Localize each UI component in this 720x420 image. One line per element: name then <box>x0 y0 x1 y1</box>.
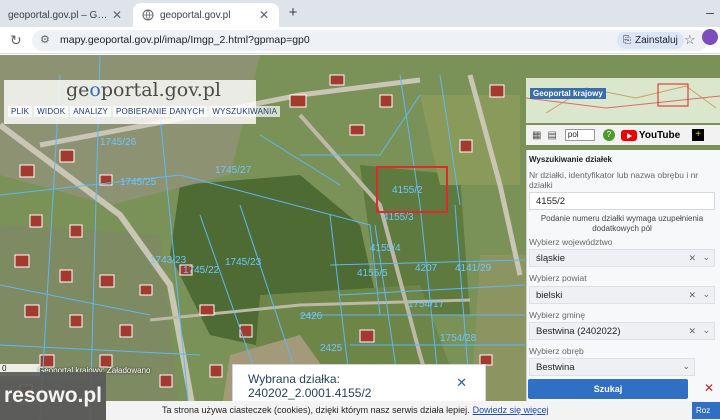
language-select[interactable]: pol <box>564 129 595 141</box>
browser-tab-geoportal-krajowy[interactable]: geoportal.gov.pl – Geoportal Krajowy ✕ <box>0 3 132 27</box>
browser-tab-geoportal[interactable]: geoportal.gov.pl ✕ <box>133 3 279 27</box>
voivodeship-select[interactable]: śląskie ✕ ⌄ <box>529 249 715 267</box>
map-label-4155-5: 4155/5 <box>357 268 388 279</box>
clear-icon[interactable]: ✕ <box>688 326 696 337</box>
chevron-down-icon[interactable]: ⌄ <box>702 252 710 263</box>
map-label-4155-4: 4155/4 <box>370 243 401 254</box>
clear-icon[interactable]: ✕ <box>688 253 696 264</box>
install-label: Zainstaluj <box>635 35 678 46</box>
main-menu: PLIK WIDOK ANALIZY POBIERANIE DANYCH WYS… <box>8 106 281 117</box>
install-button[interactable]: ⎘ Zainstaluj <box>617 32 684 49</box>
map-label-2426: 2426 <box>300 311 323 322</box>
chevron-down-icon[interactable]: ⌄ <box>702 289 710 300</box>
cookie-banner: Ta strona używa ciasteczek (cookies), dz… <box>106 401 720 420</box>
menu-plik[interactable]: PLIK <box>8 106 33 117</box>
bookmark-star-icon[interactable]: ☆ <box>684 32 696 48</box>
map-label-1754-17: 1754/17 <box>408 299 445 310</box>
minimize-icon[interactable]: – <box>700 4 720 22</box>
menu-widok[interactable]: WIDOK <box>34 106 69 117</box>
cookie-more-link[interactable]: Dowiedz się więcej <box>473 405 549 415</box>
globe-icon <box>141 8 155 22</box>
parcel-id-label: Nr działki, identyfikator lub nazwa obrę… <box>529 170 699 190</box>
grid-icon[interactable]: ▦ <box>532 130 541 141</box>
browser-tab-bar: geoportal.gov.pl – Geoportal Krajowy ✕ g… <box>0 0 720 27</box>
omnibox[interactable]: ⚙ mapy.geoportal.gov.pl/imap/Imgp_2.html… <box>32 30 708 51</box>
help-icon[interactable]: ? <box>602 129 615 141</box>
parcel-hint: Podanie numeru działki wymaga uzupełnien… <box>540 214 704 233</box>
chevron-down-icon[interactable]: ⌄ <box>702 325 710 336</box>
site-settings-icon[interactable]: ⚙ <box>40 33 50 46</box>
map-label-4207: 4207 <box>415 263 438 274</box>
chevron-down-icon[interactable]: ⌄ <box>682 361 690 372</box>
url-text[interactable]: mapy.geoportal.gov.pl/imap/Imgp_2.html?g… <box>60 34 310 46</box>
map-label-4141-29: 4141/29 <box>455 263 492 274</box>
map-label-1745-23: 1745/23 <box>225 257 262 268</box>
precinct-label: Wybierz obręb <box>529 346 584 356</box>
county-label: Wybierz powiat <box>529 273 587 283</box>
tab-title: geoportal.gov.pl – Geoportal Krajowy <box>8 9 110 21</box>
county-select[interactable]: bielski ✕ ⌄ <box>529 286 715 304</box>
accessibility-icon[interactable]: + <box>692 129 705 141</box>
minimap-title: Geoportal krajowy <box>530 88 606 99</box>
close-icon[interactable]: ✕ <box>456 375 467 391</box>
selected-parcel-heading: Wybrana działka: <box>248 372 340 386</box>
close-icon[interactable]: ✕ <box>110 8 124 22</box>
map-label-1745-25: 1745/25 <box>120 177 157 188</box>
menu-wyszukiwania[interactable]: WYSZUKIWANIA <box>209 106 281 117</box>
map-label-2425: 2425 <box>320 343 343 354</box>
overview-map-graphic <box>526 78 720 123</box>
commune-select[interactable]: Bestwina (2402022) ✕ ⌄ <box>529 322 715 340</box>
profile-avatar[interactable] <box>702 29 718 45</box>
selected-parcel-id: 240202_2.0001.4155/2 <box>248 386 372 400</box>
panel-title: Wyszukiwanie działek <box>529 155 612 164</box>
close-icon[interactable]: ✕ <box>257 8 271 22</box>
selected-parcel-toast: Wybrana działka: 240202_2.0001.4155/2 ✕ <box>232 364 486 402</box>
map-label-1743-23: 1743/23 <box>150 255 187 266</box>
menu-pobieranie-danych[interactable]: POBIERANIE DANYCH <box>113 106 208 117</box>
map-label-4155-3: 4155/3 <box>383 212 414 223</box>
parcel-id-input[interactable]: 4155/2 <box>529 192 715 210</box>
precinct-select[interactable]: Bestwina ⌄ <box>529 358 695 376</box>
youtube-button[interactable]: YouTube <box>620 129 680 141</box>
youtube-play-icon <box>620 129 637 141</box>
geoportal-logo[interactable]: geoportal.gov.pl <box>66 79 221 101</box>
map-label-1754-28: 1754/28 <box>440 333 477 344</box>
watermark: resowo.pl <box>0 372 106 420</box>
map-label-4155-2: 4155/2 <box>392 185 423 196</box>
cookie-accept-button[interactable]: Roz <box>692 402 720 419</box>
menu-analizy[interactable]: ANALIZY <box>70 106 112 117</box>
install-icon: ⎘ <box>623 35 631 46</box>
tab-title: geoportal.gov.pl <box>160 9 231 21</box>
map-label-1745-27: 1745/27 <box>215 165 252 176</box>
address-bar: ↻ ⚙ mapy.geoportal.gov.pl/imap/Imgp_2.ht… <box>0 27 720 54</box>
clear-icon[interactable]: ✕ <box>688 290 696 301</box>
commune-label: Wybierz gminę <box>529 310 586 320</box>
map-label-1745-26: 1745/26 <box>100 137 137 148</box>
cookie-text: Ta strona używa ciasteczek (cookies), dz… <box>162 405 549 415</box>
overview-minimap[interactable]: Geoportal krajowy <box>526 78 720 123</box>
clear-search-icon[interactable]: ✕ <box>704 381 714 395</box>
map-label-1745-22: 1745/22 <box>183 265 220 276</box>
new-tab-button[interactable]: + <box>284 4 302 22</box>
print-icon[interactable]: ▤ <box>547 130 556 141</box>
voivodeship-label: Wybierz województwo <box>529 237 613 247</box>
reload-icon[interactable]: ↻ <box>10 32 22 49</box>
search-button[interactable]: Szukaj <box>528 379 688 399</box>
panel-toolbar: ▦ ▤ pol ? YouTube + <box>526 125 720 145</box>
